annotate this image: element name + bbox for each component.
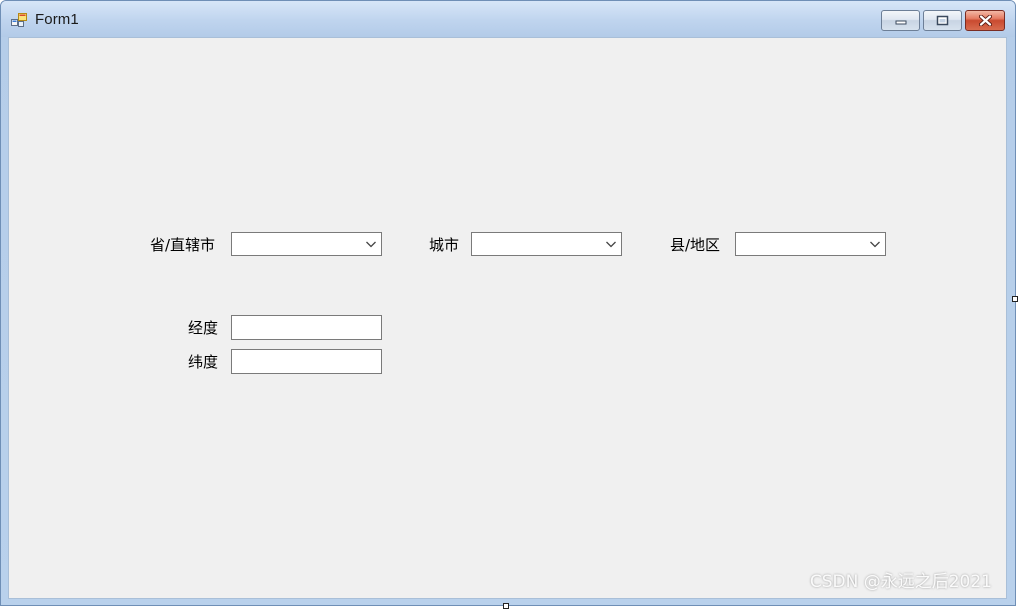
longitude-label: 经度 (188, 319, 219, 337)
close-icon (978, 15, 992, 26)
city-combobox[interactable] (471, 232, 622, 256)
city-label: 城市 (429, 236, 460, 254)
minimize-button[interactable] (881, 10, 920, 31)
form-app-icon (11, 13, 27, 27)
county-combobox[interactable] (735, 232, 886, 256)
province-label: 省/直辖市 (150, 236, 216, 254)
chevron-down-icon (870, 241, 880, 248)
chevron-down-icon (606, 241, 616, 248)
restore-icon (936, 15, 949, 26)
latitude-input[interactable] (231, 349, 382, 374)
restore-button[interactable] (923, 10, 962, 31)
county-label: 县/地区 (670, 236, 721, 254)
close-button[interactable] (965, 10, 1005, 31)
resize-handle-right[interactable] (1012, 296, 1018, 302)
chevron-down-icon (366, 241, 376, 248)
window-title: Form1 (35, 11, 79, 28)
latitude-label: 纬度 (188, 353, 219, 371)
app-window: Form1 省/直辖市 城市 县/地区 经度 纬度 CSDN @永远之后2021 (0, 0, 1016, 606)
title-bar[interactable]: Form1 (1, 1, 1015, 37)
province-combobox[interactable] (231, 232, 382, 256)
resize-handle-bottom[interactable] (503, 603, 509, 609)
longitude-input[interactable] (231, 315, 382, 340)
watermark-text: CSDN @永远之后2021 (809, 572, 992, 592)
form-client-area: 省/直辖市 城市 县/地区 经度 纬度 CSDN @永远之后2021 (8, 37, 1007, 599)
minimize-icon (895, 20, 906, 24)
